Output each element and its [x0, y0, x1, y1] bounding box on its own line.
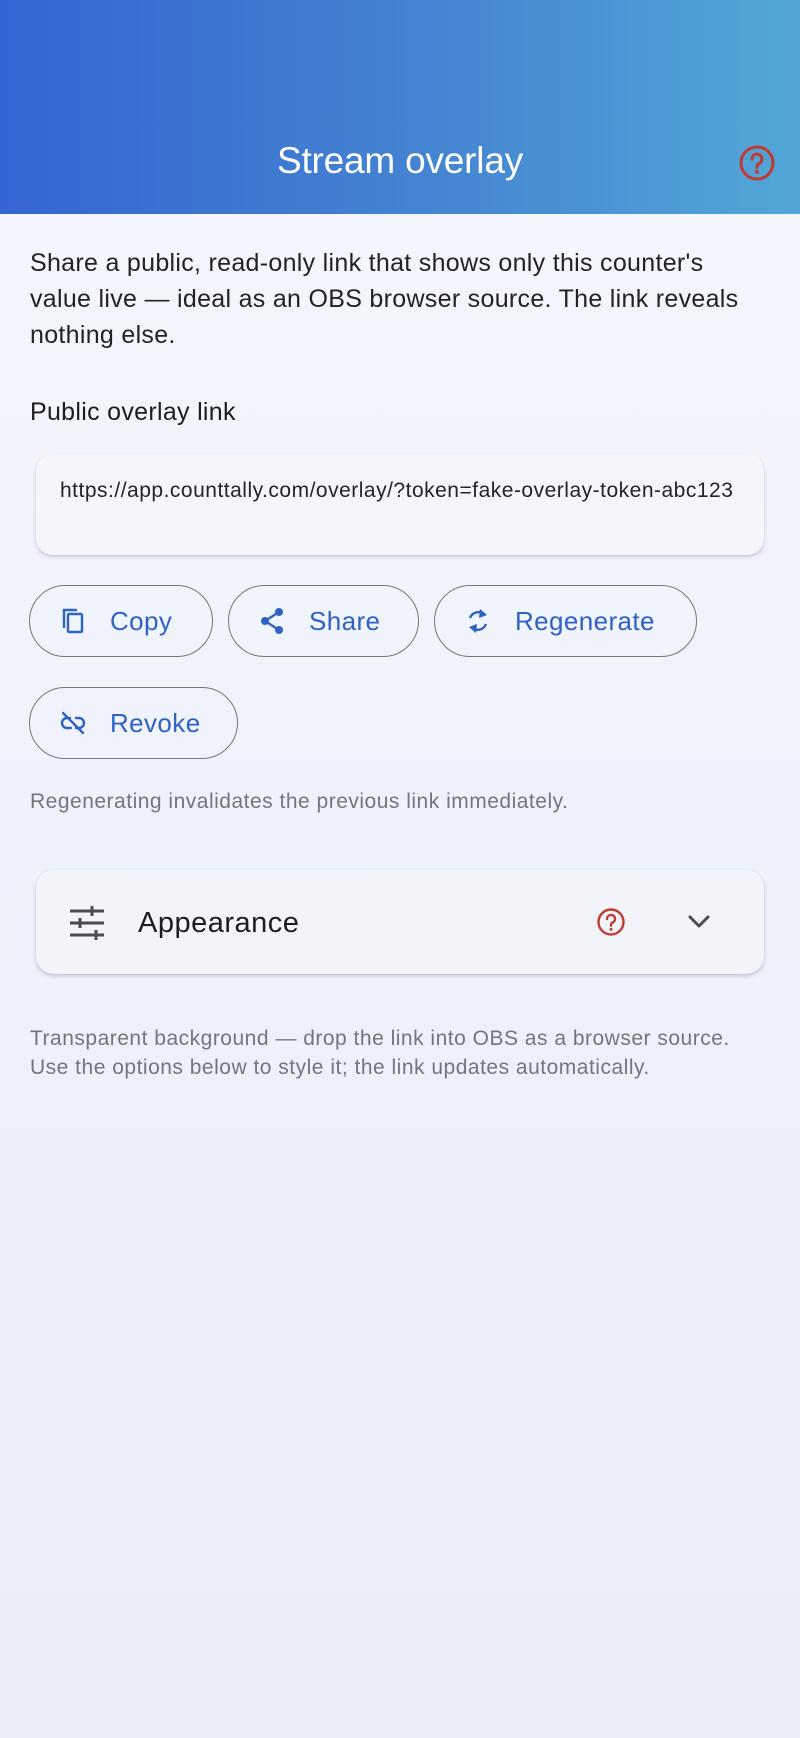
intro-description: Share a public, read-only link that show…: [30, 249, 739, 349]
revoke-button-label: Revoke: [110, 707, 201, 738]
overlay-link-url[interactable]: https://app.counttally.com/overlay/?toke…: [60, 476, 740, 505]
page-title: Stream overlay: [276, 140, 523, 181]
tune-icon: [68, 906, 106, 940]
overlay-link-label: Public overlay link: [30, 398, 236, 426]
help-circle-icon[interactable]: [738, 144, 776, 182]
help-circle-icon[interactable]: [596, 907, 626, 937]
appearance-expander[interactable]: Appearance: [36, 870, 764, 974]
overlay-link-field[interactable]: https://app.counttally.com/overlay/?toke…: [36, 455, 764, 555]
copy-icon: [58, 606, 88, 636]
app-bar: Stream overlay: [0, 0, 800, 214]
link-off-icon: [58, 708, 88, 738]
appearance-note: Transparent background — drop the link i…: [30, 1027, 730, 1079]
copy-button[interactable]: Copy: [29, 585, 213, 657]
regenerate-hint: Regenerating invalidates the previous li…: [30, 790, 569, 813]
revoke-button[interactable]: Revoke: [29, 687, 238, 759]
copy-button-label: Copy: [110, 605, 173, 636]
regenerate-button[interactable]: Regenerate: [434, 585, 697, 657]
share-button-label: Share: [309, 605, 381, 636]
refresh-icon: [463, 606, 493, 636]
share-button[interactable]: Share: [228, 585, 419, 657]
appearance-title: Appearance: [138, 907, 300, 939]
share-icon: [257, 606, 287, 636]
regenerate-button-label: Regenerate: [515, 605, 655, 636]
chevron-down-icon[interactable]: [684, 910, 714, 934]
